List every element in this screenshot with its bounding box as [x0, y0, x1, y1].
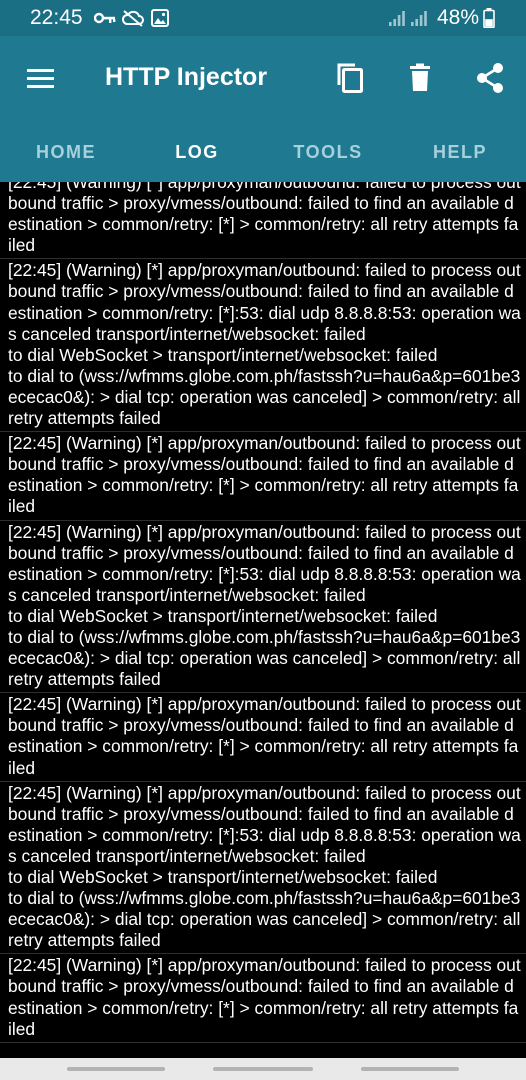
key-icon: [94, 12, 116, 24]
battery-percent: 48%: [437, 6, 480, 29]
log-entry: [22:45] (Warning) [*] app/proxyman/outbo…: [0, 259, 526, 433]
home-button[interactable]: [213, 1067, 313, 1071]
image-icon: [151, 9, 169, 27]
tab-help[interactable]: HELP: [394, 132, 526, 182]
copy-icon[interactable]: [330, 58, 370, 98]
log-entry: [22:45] (Warning) [*] app/proxyman/outbo…: [0, 693, 526, 782]
menu-icon[interactable]: [20, 58, 60, 98]
log-entry: [22:45] (Warning) [*] app/proxyman/outbo…: [0, 182, 526, 260]
log-entry: [22:45] (Warning) [*] app/proxyman/outbo…: [0, 432, 526, 521]
back-button[interactable]: [361, 1067, 459, 1071]
log-entry: [22:45] (Warning) [*] app/proxyman/outbo…: [0, 954, 526, 1043]
battery-icon: [483, 8, 495, 28]
signal-icon: [411, 11, 427, 26]
recent-apps-button[interactable]: [67, 1067, 165, 1071]
tab-home[interactable]: HOME: [0, 132, 132, 182]
app-bar: HTTP Injector HOME LOG TOOLS HELP: [0, 36, 526, 182]
status-time: 22:45: [30, 6, 83, 29]
log-list[interactable]: [22:45] (Warning) [*] app/proxyman/outbo…: [0, 182, 526, 1058]
cloud-off-icon: [122, 10, 144, 27]
status-bar: 22:45 48%: [0, 0, 526, 36]
delete-icon[interactable]: [400, 58, 440, 98]
tab-tools[interactable]: TOOLS: [262, 132, 394, 182]
log-entry: [22:45] (Warning) [*] app/proxyman/outbo…: [0, 782, 526, 955]
navigation-bar: [0, 1058, 526, 1080]
share-icon[interactable]: [470, 58, 510, 98]
tab-bar: HOME LOG TOOLS HELP: [0, 132, 526, 182]
signal-icon: [389, 11, 405, 26]
log-entry: [22:45] (Warning) [*] app/proxyman/outbo…: [0, 521, 526, 694]
tab-log[interactable]: LOG: [132, 132, 262, 182]
app-title: HTTP Injector: [105, 63, 268, 91]
